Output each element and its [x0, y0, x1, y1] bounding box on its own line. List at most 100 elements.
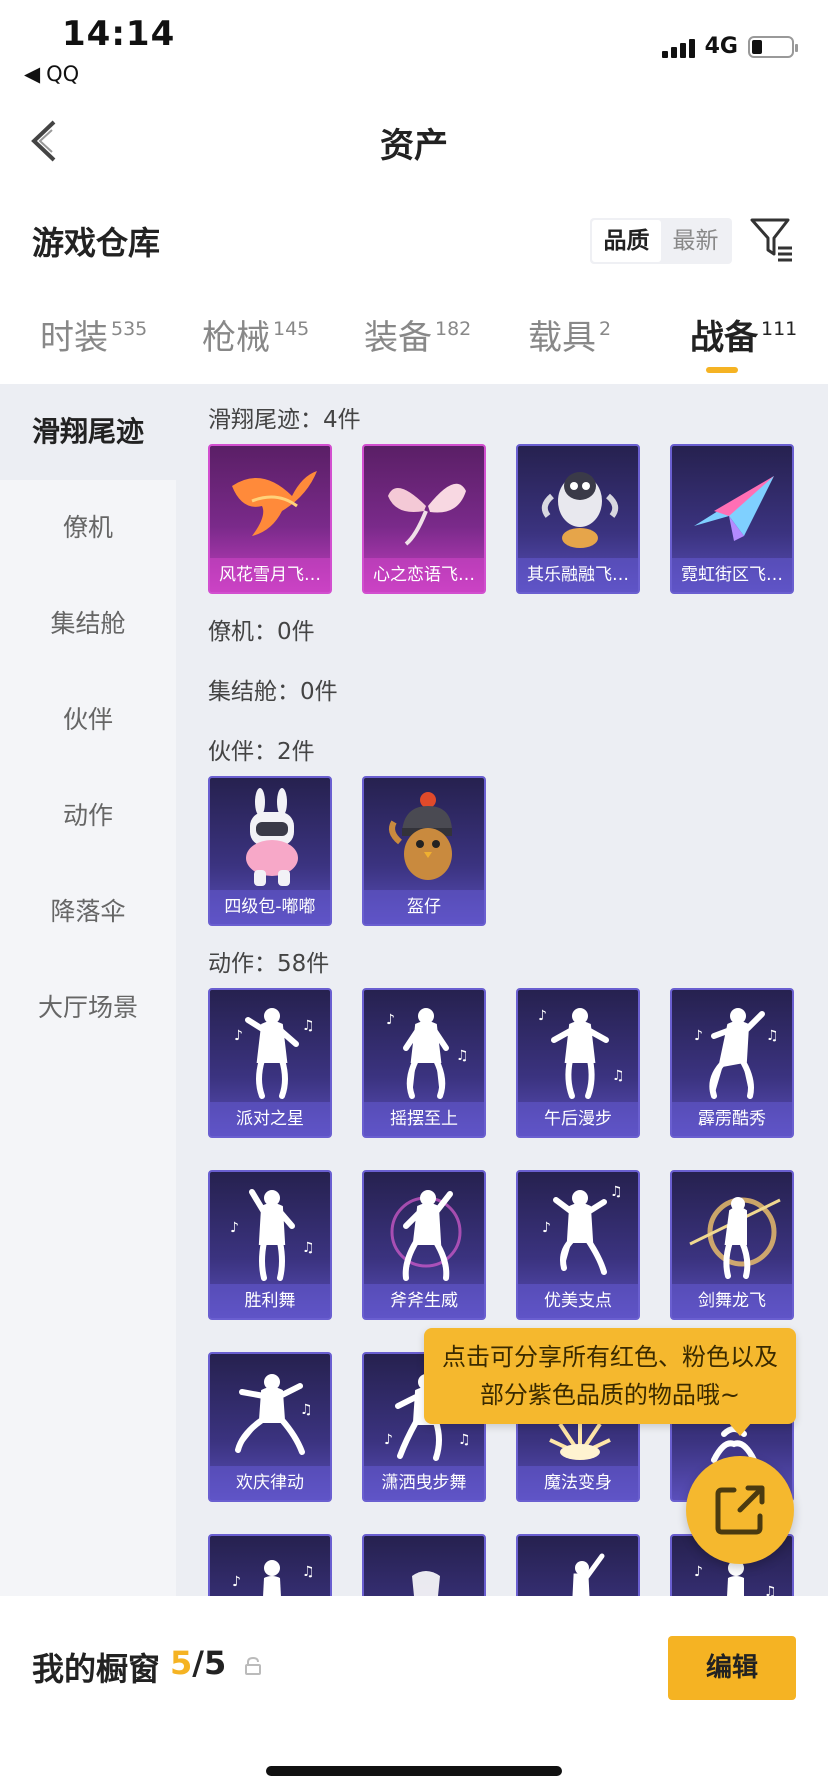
back-to-app[interactable]: ◀ QQ — [24, 62, 79, 86]
status-time: 14:14 — [62, 14, 176, 54]
share-tooltip: 点击可分享所有红色、粉色以及 部分紫色品质的物品哦~ — [424, 1328, 796, 1424]
item-card[interactable]: ♪ ♫ 午后漫步 — [516, 988, 640, 1138]
item-card[interactable]: 霓虹街区飞… — [670, 444, 794, 594]
dancer-figure-icon: ♪♫ — [542, 1184, 623, 1275]
dancer-figure-icon: ♪♫ — [694, 1008, 779, 1099]
item-card[interactable]: 盔仔 — [362, 776, 486, 926]
tab-battle-prep[interactable]: 战备 111 — [690, 310, 797, 359]
sort-latest-button[interactable]: 最新 — [661, 220, 730, 262]
filter-icon[interactable] — [748, 214, 794, 264]
tab-count: 111 — [761, 318, 798, 340]
edit-button[interactable]: 编辑 — [668, 1636, 796, 1700]
item-card[interactable]: ♪ ♫ 摇摆至上 — [362, 988, 486, 1138]
showcase-label: 我的橱窗 — [32, 1650, 161, 1688]
tooltip-line: 部分紫色品质的物品哦~ — [479, 1381, 741, 1409]
item-name: 风花雪月飞… — [210, 558, 330, 592]
item-name: 四级包-嘟嘟 — [210, 890, 330, 924]
svg-text:♪: ♪ — [694, 1028, 703, 1044]
item-name: 盔仔 — [364, 890, 484, 924]
item-card[interactable]: 剑舞龙飞 — [670, 1170, 794, 1320]
category-tabs: 时装 535 枪械 145 装备 182 载具 2 战备 111 — [0, 310, 828, 380]
item-card[interactable]: 心之恋语飞… — [362, 444, 486, 594]
item-name: 剑舞龙飞 — [672, 1284, 792, 1318]
share-button[interactable] — [686, 1456, 794, 1564]
tab-firearms[interactable]: 枪械 145 — [202, 310, 309, 359]
dancer-figure-icon: ♪♫ — [230, 1189, 315, 1281]
item-card[interactable]: 其乐融融飞… — [516, 444, 640, 594]
item-card[interactable]: 斧斧生威 — [362, 1170, 486, 1320]
tooltip-pointer — [728, 1422, 752, 1436]
svg-text:♫: ♫ — [300, 1402, 313, 1418]
status-indicators: 4G — [661, 34, 798, 59]
sidebar-item-lobby-scene[interactable]: 大厅场景 — [0, 960, 176, 1056]
share-icon — [715, 1485, 765, 1535]
svg-text:♫: ♫ — [610, 1184, 623, 1200]
sidebar-item-wingman[interactable]: 僚机 — [0, 480, 176, 576]
category-label: 伙伴：2件 — [208, 739, 315, 765]
sidebar-item-emote[interactable]: 动作 — [0, 768, 176, 864]
back-app-label: QQ — [46, 62, 80, 86]
item-name: 其乐融融飞… — [518, 558, 638, 592]
svg-text:♫: ♫ — [612, 1068, 625, 1084]
bunny-robot-icon — [246, 788, 298, 886]
svg-text:♪: ♪ — [542, 1220, 551, 1236]
item-name: 潇洒曳步舞 — [364, 1466, 484, 1500]
battery-icon — [748, 35, 798, 58]
category-label: 僚机：0件 — [208, 619, 315, 645]
home-indicator[interactable] — [266, 1766, 562, 1776]
tab-fashion[interactable]: 时装 535 — [40, 310, 147, 359]
dancer-figure-icon: ♫ — [235, 1374, 313, 1455]
tab-count: 2 — [599, 318, 612, 340]
item-name: 欢庆律动 — [210, 1466, 330, 1500]
item-card[interactable]: ♪ ♫ 胜利舞 — [208, 1170, 332, 1320]
tab-equipment[interactable]: 装备 182 — [364, 310, 471, 359]
dancer-figure-icon — [412, 1571, 440, 1596]
svg-text:♫: ♫ — [456, 1048, 469, 1064]
network-type: 4G — [704, 34, 738, 59]
butterfly-trail-icon — [388, 483, 466, 546]
svg-text:♪: ♪ — [694, 1564, 703, 1580]
dancer-figure-icon: ♪♫ — [538, 1008, 625, 1099]
item-name: 霹雳酷秀 — [672, 1102, 792, 1136]
tab-count: 145 — [273, 318, 310, 340]
showcase-current: 5 — [170, 1644, 193, 1682]
item-name: 优美支点 — [518, 1284, 638, 1318]
svg-text:♫: ♫ — [302, 1240, 315, 1256]
item-name: 斧斧生威 — [364, 1284, 484, 1318]
category-sidebar: 滑翔尾迹 僚机 集结舱 伙伴 动作 降落伞 大厅场景 — [0, 384, 176, 1596]
item-card[interactable]: ♪ ♫ 优美支点 — [516, 1170, 640, 1320]
sidebar-item-parachute[interactable]: 降落伞 — [0, 864, 176, 960]
dancer-figure-icon: ♪♫ — [234, 1008, 315, 1099]
item-card[interactable]: ♪ ♫ — [208, 1534, 332, 1596]
sort-quality-button[interactable]: 品质 — [592, 220, 661, 262]
svg-text:♪: ♪ — [384, 1432, 393, 1448]
penguin-trail-icon — [541, 472, 619, 548]
tab-vehicles[interactable]: 载具 2 — [528, 310, 611, 359]
sidebar-item-companion[interactable]: 伙伴 — [0, 672, 176, 768]
sort-toggle: 品质 最新 — [590, 218, 732, 264]
item-card[interactable] — [516, 1534, 640, 1596]
helmet-bird-icon — [389, 792, 452, 880]
item-card[interactable] — [362, 1534, 486, 1596]
item-card[interactable]: ♫ 欢庆律动 — [208, 1352, 332, 1502]
sword-dancer-icon — [689, 1197, 781, 1279]
sidebar-item-glide-trail[interactable]: 滑翔尾迹 — [0, 384, 176, 480]
item-name: 魔法变身 — [518, 1466, 638, 1500]
dancer-figure-icon — [572, 1553, 605, 1596]
category-label: 动作：58件 — [208, 951, 330, 977]
item-name: 派对之星 — [210, 1102, 330, 1136]
signal-icon — [661, 36, 695, 58]
dancer-figure-icon: ♪♫ — [232, 1560, 315, 1596]
item-card[interactable]: ♪ ♫ 霹雳酷秀 — [670, 988, 794, 1138]
item-card[interactable]: ♪ ♫ 派对之星 — [208, 988, 332, 1138]
svg-text:♫: ♫ — [458, 1432, 471, 1448]
item-card[interactable]: 风花雪月飞… — [208, 444, 332, 594]
back-triangle-icon: ◀ — [24, 62, 41, 86]
svg-text:♪: ♪ — [234, 1028, 243, 1044]
item-card[interactable]: 四级包-嘟嘟 — [208, 776, 332, 926]
svg-text:♫: ♫ — [302, 1564, 315, 1580]
section-title: 游戏仓库 — [32, 224, 161, 262]
category-label: 集结舱：0件 — [208, 679, 338, 705]
sidebar-item-rally-pod[interactable]: 集结舱 — [0, 576, 176, 672]
item-name: 胜利舞 — [210, 1284, 330, 1318]
